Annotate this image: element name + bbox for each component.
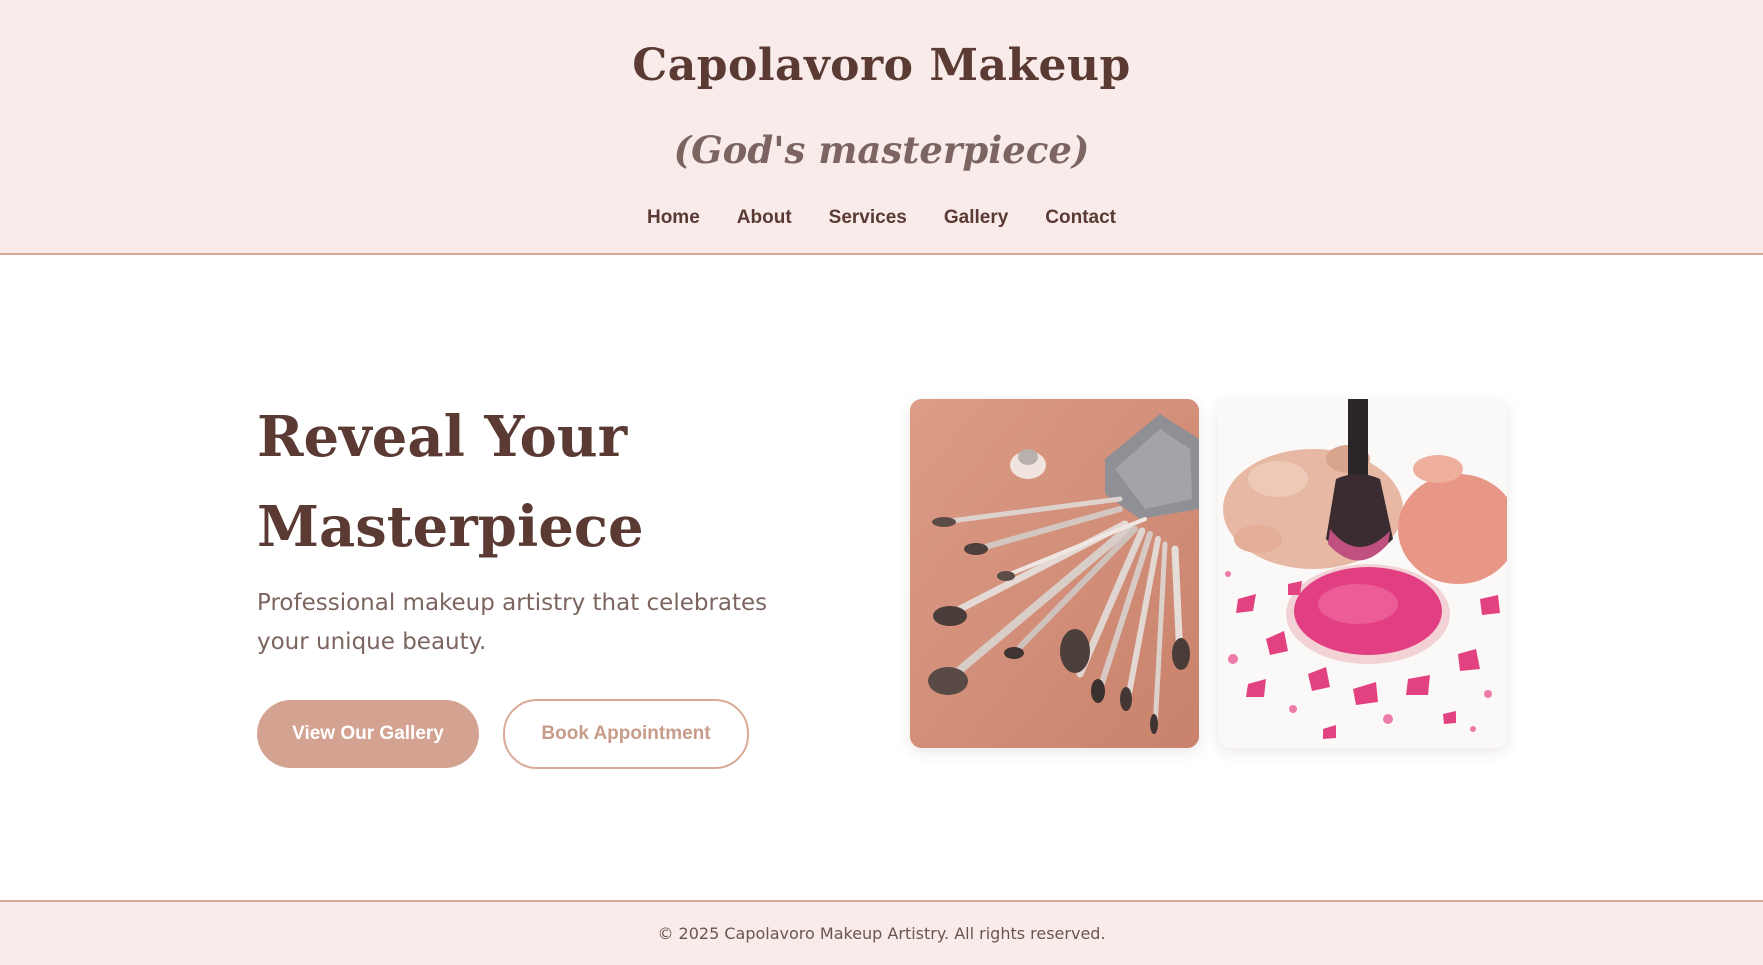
- hero-heading-line2: Masterpiece: [257, 494, 644, 560]
- brand-subtitle: (God's masterpiece): [673, 128, 1090, 172]
- nav-link-services[interactable]: Services: [829, 207, 907, 229]
- nav-link-contact[interactable]: Contact: [1045, 207, 1116, 229]
- site-footer: © 2025 Capolavoro Makeup Artistry. All r…: [0, 900, 1763, 965]
- footer-copyright: © 2025 Capolavoro Makeup Artistry. All r…: [657, 924, 1106, 943]
- hero-heading: Reveal Your Masterpiece: [257, 392, 817, 572]
- hero-section: Reveal Your Masterpiece Professional mak…: [0, 257, 1763, 900]
- nav-link-home[interactable]: Home: [647, 207, 700, 229]
- main-nav: Home About Services Gallery Contact: [0, 207, 1763, 229]
- hero-heading-line1: Reveal Your: [257, 404, 628, 470]
- book-appointment-button[interactable]: Book Appointment: [503, 699, 749, 769]
- nav-link-about[interactable]: About: [737, 207, 792, 229]
- pink-powder-photo: [1218, 399, 1507, 748]
- makeup-brushes-photo: [910, 399, 1199, 748]
- brand-title: Capolavoro Makeup: [632, 40, 1131, 91]
- hero-tagline: Professional makeup artistry that celebr…: [257, 590, 768, 655]
- view-gallery-button[interactable]: View Our Gallery: [257, 700, 479, 768]
- nav-link-gallery[interactable]: Gallery: [944, 207, 1008, 229]
- site-header: Capolavoro Makeup (God's masterpiece) Ho…: [0, 0, 1763, 255]
